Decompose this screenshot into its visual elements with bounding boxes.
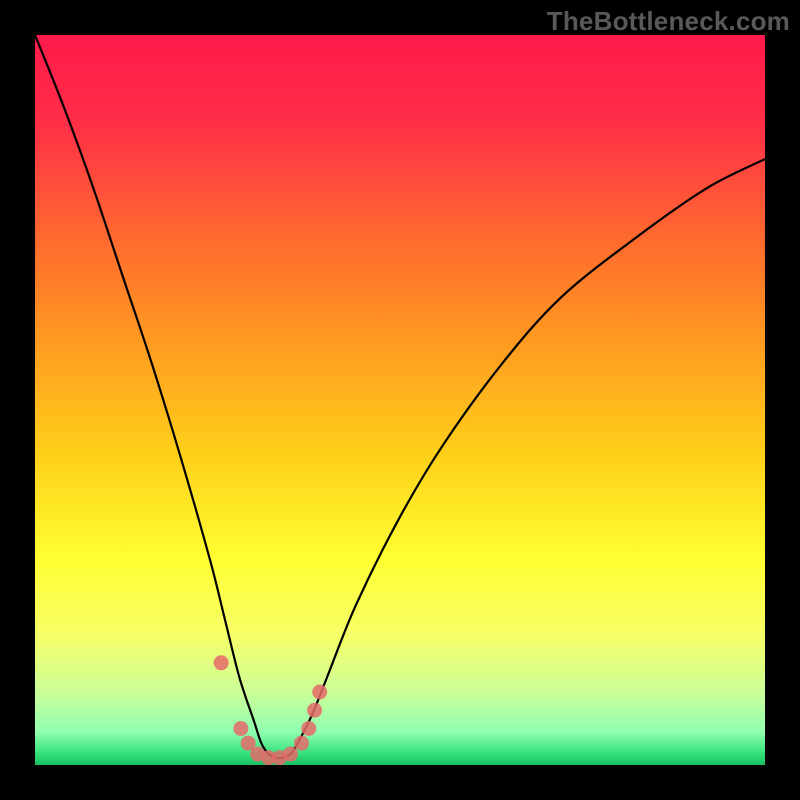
marker-dot: [214, 655, 229, 670]
marker-dot: [312, 685, 327, 700]
plot-area: [35, 35, 765, 765]
marker-dot: [294, 736, 309, 751]
gradient-background: [35, 35, 765, 765]
plot-svg: [35, 35, 765, 765]
marker-dot: [283, 747, 298, 762]
marker-dot: [301, 721, 316, 736]
chart-frame: TheBottleneck.com: [0, 0, 800, 800]
watermark-text: TheBottleneck.com: [547, 6, 790, 37]
marker-dot: [233, 721, 248, 736]
marker-dot: [307, 703, 322, 718]
